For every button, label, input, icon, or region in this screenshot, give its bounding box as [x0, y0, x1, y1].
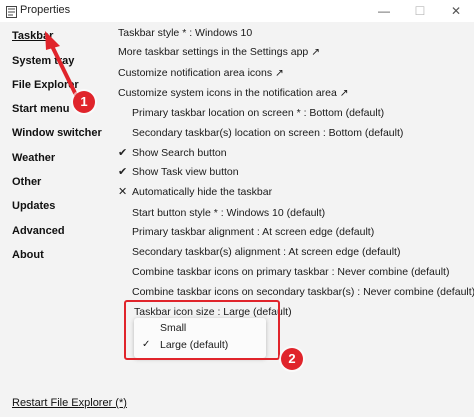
- show-search-toggle[interactable]: Show Search button: [132, 147, 227, 159]
- taskbar-style-setting[interactable]: Taskbar style * : Windows 10: [118, 27, 252, 39]
- sidebar-item-window-switcher[interactable]: Window switcher: [12, 127, 102, 139]
- restart-explorer-link[interactable]: Restart File Explorer (*): [12, 397, 127, 409]
- sidebar-item-taskbar[interactable]: Taskbar: [12, 30, 53, 42]
- sidebar-item-advanced[interactable]: Advanced: [12, 225, 65, 237]
- show-taskview-toggle[interactable]: Show Task view button: [132, 166, 239, 178]
- customize-system-icons-link[interactable]: Customize system icons in the notificati…: [118, 87, 349, 99]
- sidebar-item-other[interactable]: Other: [12, 176, 41, 188]
- start-button-style-setting[interactable]: Start button style * : Windows 10 (defau…: [132, 207, 325, 219]
- secondary-alignment-setting[interactable]: Secondary taskbar(s) alignment : At scre…: [132, 246, 400, 258]
- primary-alignment-setting[interactable]: Primary taskbar alignment : At screen ed…: [132, 226, 374, 238]
- secondary-location-setting[interactable]: Secondary taskbar(s) location on screen …: [132, 127, 403, 139]
- combine-secondary-setting[interactable]: Combine taskbar icons on secondary taskb…: [132, 286, 474, 298]
- sidebar-item-weather[interactable]: Weather: [12, 152, 55, 164]
- primary-location-setting[interactable]: Primary taskbar location on screen * : B…: [132, 107, 384, 119]
- auto-hide-toggle[interactable]: Automatically hide the taskbar: [132, 186, 272, 198]
- step-badge-1: 1: [73, 91, 95, 113]
- maximize-button[interactable]: ☐: [402, 0, 438, 22]
- app-icon: [6, 5, 17, 18]
- properties-window: Properties — ☐ ✕ Taskbar System tray Fil…: [0, 0, 474, 417]
- auto-hide-cross-icon: ✕: [118, 186, 128, 198]
- window-title: Properties: [20, 4, 71, 16]
- sidebar-item-file-explorer[interactable]: File Explorer: [12, 79, 79, 91]
- sidebar: Taskbar System tray File Explorer Start …: [0, 22, 110, 417]
- step-badge-2: 2: [281, 348, 303, 370]
- combine-primary-setting[interactable]: Combine taskbar icons on primary taskbar…: [132, 266, 449, 278]
- show-taskview-check-icon: ✔: [118, 166, 128, 178]
- sidebar-item-start-menu[interactable]: Start menu: [12, 103, 69, 115]
- close-button[interactable]: ✕: [438, 0, 474, 22]
- customize-notification-link[interactable]: Customize notification area icons ↗: [118, 67, 284, 79]
- sidebar-item-about[interactable]: About: [12, 249, 44, 261]
- sidebar-item-system-tray[interactable]: System tray: [12, 55, 74, 67]
- title-bar: Properties — ☐ ✕: [0, 0, 474, 22]
- minimize-button[interactable]: —: [366, 0, 402, 22]
- show-search-check-icon: ✔: [118, 147, 128, 159]
- sidebar-item-updates[interactable]: Updates: [12, 200, 55, 212]
- highlight-box: [124, 300, 280, 360]
- more-settings-link[interactable]: More taskbar settings in the Settings ap…: [118, 46, 320, 58]
